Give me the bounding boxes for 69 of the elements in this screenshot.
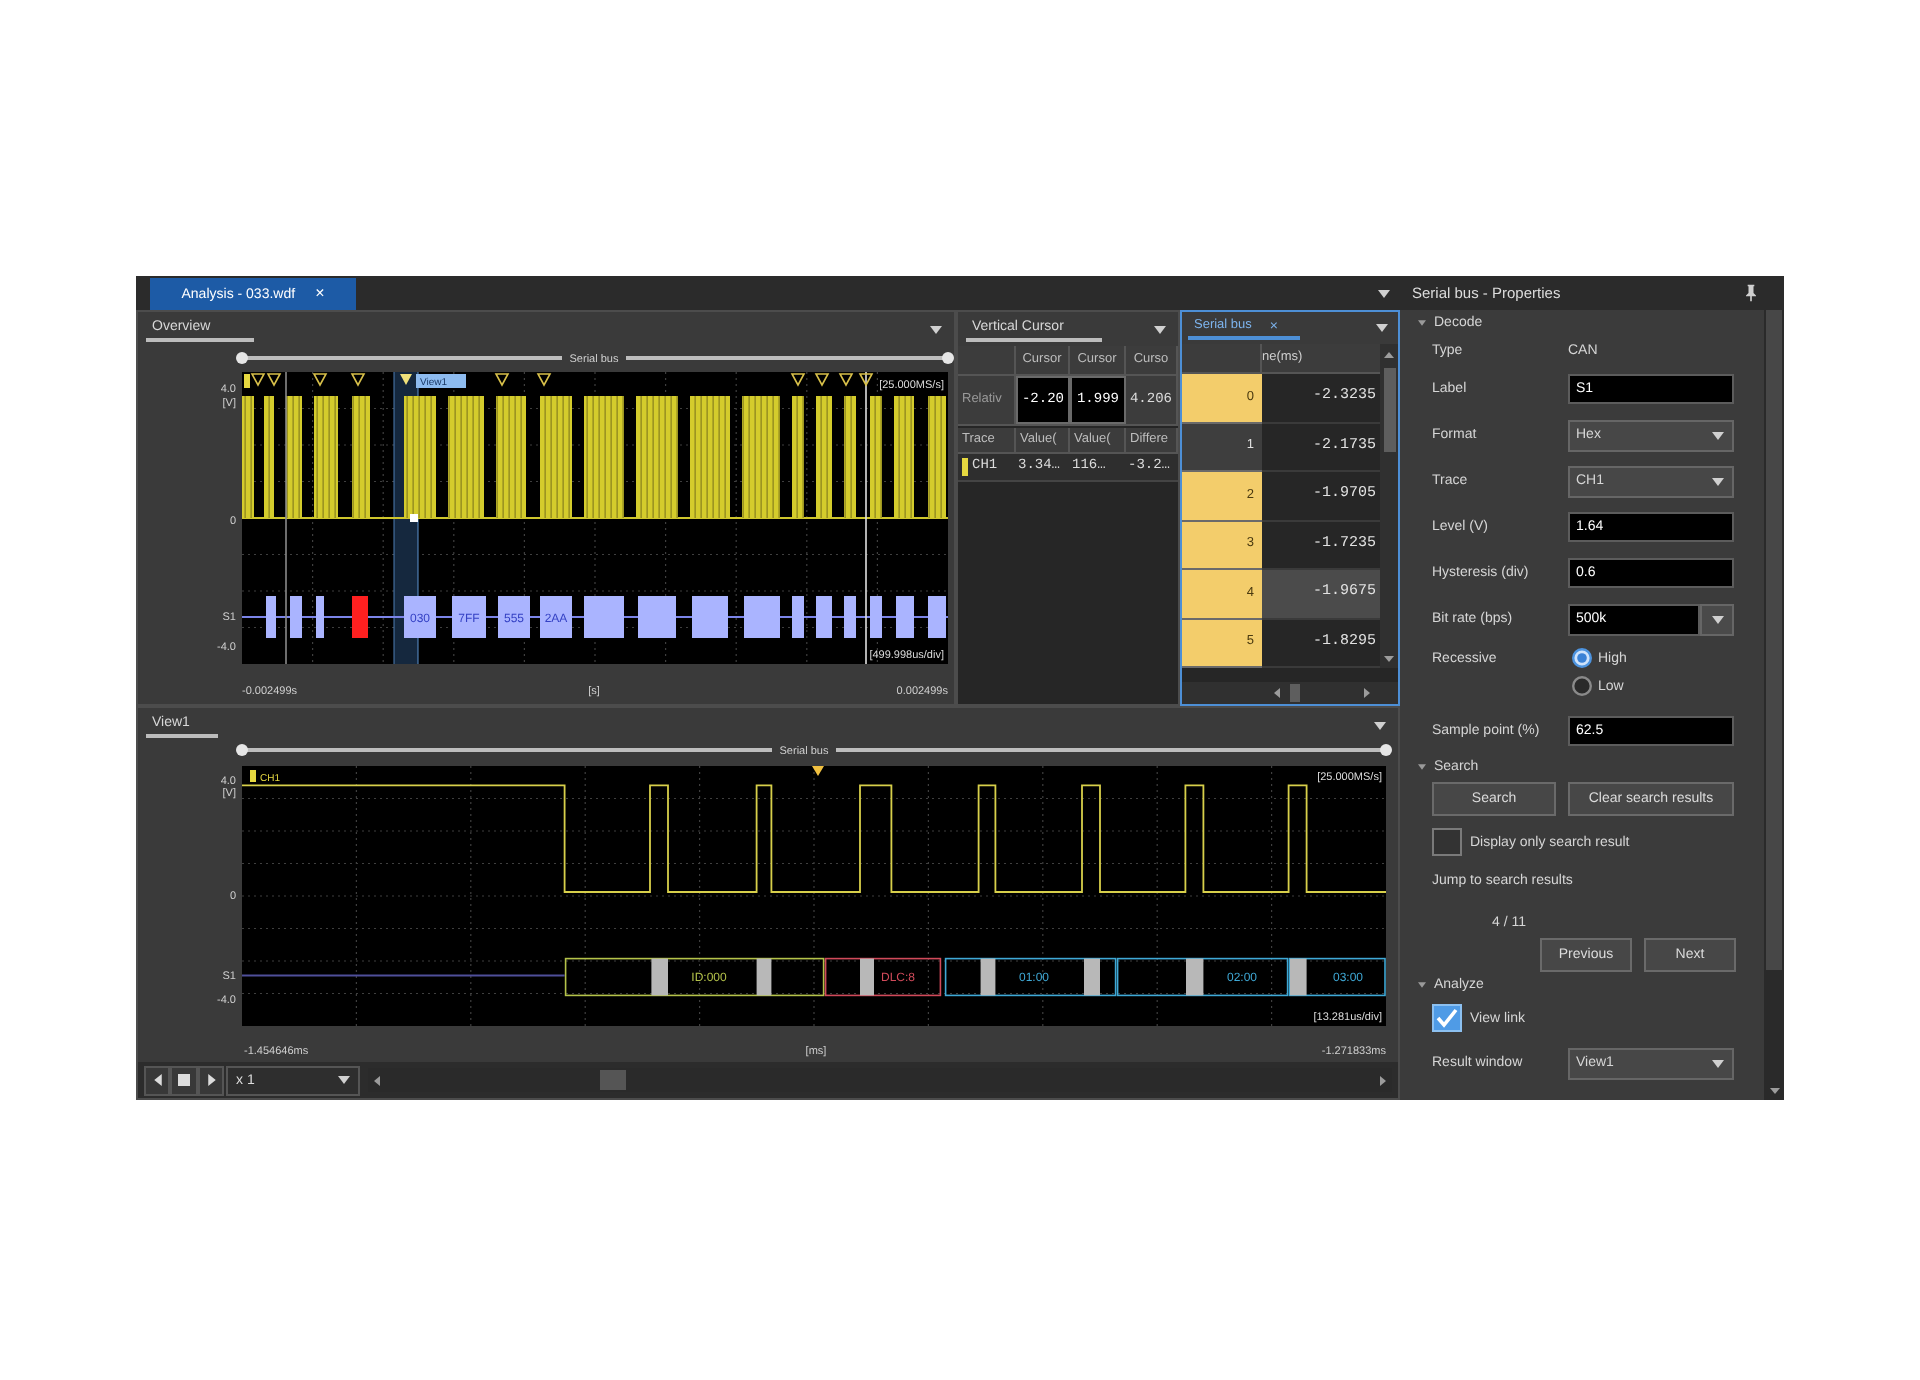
trigger-marker-icon[interactable] bbox=[536, 373, 552, 387]
vertical-scrollbar[interactable] bbox=[1764, 310, 1784, 1100]
bit-marker bbox=[1290, 958, 1307, 996]
caret-icon[interactable] bbox=[930, 325, 942, 333]
caret-icon bbox=[1712, 477, 1724, 485]
caret-icon bbox=[1712, 431, 1724, 439]
decoded-frame[interactable] bbox=[564, 957, 825, 997]
arrow-left-icon[interactable] bbox=[374, 1075, 380, 1085]
step-back-button[interactable] bbox=[144, 1065, 170, 1095]
trigger-marker-icon[interactable] bbox=[350, 373, 366, 387]
cursor-handle-icon[interactable] bbox=[410, 514, 418, 522]
timeline-track[interactable] bbox=[836, 744, 1392, 756]
scrollbar-thumb[interactable] bbox=[600, 1070, 626, 1090]
caret-icon[interactable] bbox=[1418, 319, 1426, 325]
scrollbar-thumb[interactable] bbox=[1766, 310, 1782, 970]
bit-marker bbox=[651, 958, 668, 996]
caret-icon[interactable] bbox=[1374, 721, 1386, 729]
cursor-marker-icon[interactable] bbox=[400, 374, 412, 385]
trigger-marker-icon[interactable] bbox=[250, 373, 266, 387]
scrollbar-thumb[interactable] bbox=[1290, 684, 1300, 702]
bit-marker bbox=[1186, 958, 1204, 996]
caret-icon[interactable] bbox=[1418, 981, 1426, 987]
triangle-left-icon bbox=[153, 1074, 161, 1086]
stop-button[interactable] bbox=[170, 1065, 198, 1095]
arrow-down-icon[interactable] bbox=[1384, 656, 1394, 662]
caret-icon[interactable] bbox=[1378, 289, 1390, 297]
horizontal-scrollbar[interactable] bbox=[368, 1068, 1392, 1092]
trigger-marker-icon[interactable] bbox=[858, 373, 874, 387]
pin-icon[interactable] bbox=[1746, 284, 1756, 302]
caret-icon[interactable] bbox=[1418, 763, 1426, 769]
checkbox[interactable] bbox=[1432, 828, 1462, 856]
timeline-track[interactable] bbox=[626, 352, 954, 364]
bit-marker bbox=[1084, 958, 1100, 996]
arrow-left-icon[interactable] bbox=[1274, 688, 1280, 698]
step-forward-button[interactable] bbox=[198, 1065, 224, 1095]
caret-icon bbox=[338, 1076, 350, 1084]
horizontal-scrollbar[interactable] bbox=[1182, 682, 1398, 704]
caret-icon bbox=[1711, 615, 1723, 623]
channel-marker-icon bbox=[244, 374, 250, 388]
scrollbar-thumb[interactable] bbox=[1383, 368, 1395, 452]
triangle-right-icon bbox=[207, 1074, 215, 1086]
timeline-track[interactable] bbox=[236, 744, 772, 756]
close-button[interactable]: × bbox=[315, 286, 325, 302]
decoded-frame[interactable] bbox=[824, 957, 942, 997]
bit-marker bbox=[860, 958, 874, 996]
arrow-up-icon[interactable] bbox=[1384, 352, 1394, 358]
trigger-marker-icon[interactable] bbox=[790, 373, 806, 387]
trigger-marker-icon[interactable] bbox=[814, 373, 830, 387]
trigger-marker-icon[interactable] bbox=[494, 373, 510, 387]
stop-icon bbox=[178, 1074, 190, 1086]
arrow-right-icon[interactable] bbox=[1364, 688, 1370, 698]
trigger-marker-icon[interactable] bbox=[266, 373, 282, 387]
cursor-tag[interactable] bbox=[416, 374, 466, 388]
decoded-frame[interactable] bbox=[944, 957, 1117, 997]
vertical-scrollbar[interactable] bbox=[1380, 344, 1398, 668]
arrow-right-icon[interactable] bbox=[1380, 1075, 1386, 1085]
arrow-down-icon[interactable] bbox=[1769, 1088, 1779, 1094]
caret-icon[interactable] bbox=[1376, 324, 1388, 332]
decoded-frame[interactable] bbox=[1116, 957, 1289, 997]
caret-icon bbox=[1712, 1059, 1724, 1067]
decoded-frame[interactable] bbox=[1288, 957, 1386, 997]
caret-icon[interactable] bbox=[1154, 325, 1166, 333]
dropdown-button[interactable] bbox=[1700, 603, 1734, 635]
cursor-marker-icon[interactable] bbox=[812, 766, 824, 776]
trigger-marker-icon[interactable] bbox=[838, 373, 854, 387]
timeline-track[interactable] bbox=[236, 352, 562, 364]
trigger-marker-icon[interactable] bbox=[312, 373, 328, 387]
channel-marker-icon bbox=[250, 770, 256, 782]
checkbox[interactable] bbox=[1432, 1004, 1462, 1032]
